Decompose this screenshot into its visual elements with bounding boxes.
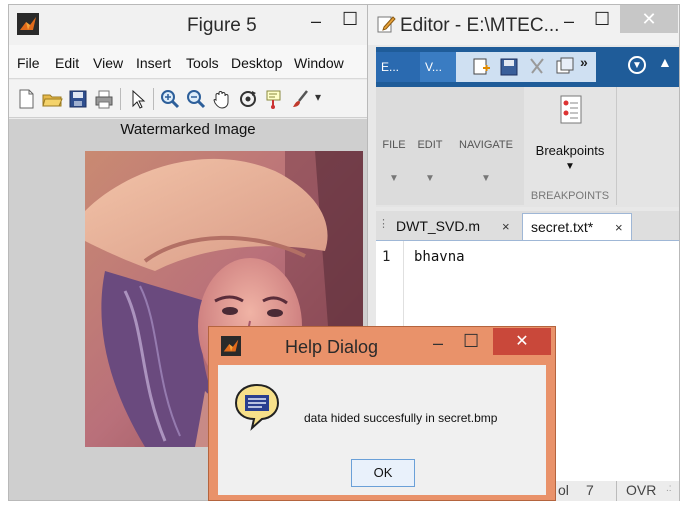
- figure-toolbar: ▾: [9, 80, 367, 118]
- editor-titlebar[interactable]: Editor - E:\MTEC... – ☐ ✕: [368, 5, 679, 45]
- print-icon[interactable]: [93, 88, 115, 110]
- minimize-toolstrip-icon[interactable]: ▲: [658, 54, 672, 70]
- figure-menubar: File Edit View Insert Tools Desktop Wind…: [9, 45, 367, 79]
- resize-grip-icon[interactable]: .:: [666, 483, 672, 494]
- close-tab-icon[interactable]: ×: [502, 213, 510, 240]
- ribbon-group-breakpoints: Breakpoints ▼ BREAKPOINTS: [524, 87, 617, 205]
- cut-icon[interactable]: [526, 56, 548, 78]
- menu-tools[interactable]: Tools: [186, 55, 219, 71]
- status-col-label: ol: [558, 482, 569, 498]
- toolbar-separator: [153, 88, 154, 110]
- breakpoints-button[interactable]: Breakpoints: [524, 143, 616, 158]
- dialog-message: data hided succesfully in secret.bmp: [304, 411, 498, 425]
- minimize-button[interactable]: –: [311, 11, 321, 32]
- file-tab-label: DWT_SVD.m: [396, 218, 480, 234]
- brush-icon[interactable]: [289, 88, 311, 110]
- save-icon[interactable]: [498, 56, 520, 78]
- ribbon-group-file[interactable]: FILE ▼: [376, 87, 413, 205]
- chevron-down-icon: ▼: [389, 173, 399, 184]
- plot-title: Watermarked Image: [120, 121, 256, 138]
- ribbon-group-navigate[interactable]: NAVIGATE ▼: [448, 87, 525, 205]
- matlab-logo-icon: [17, 13, 39, 35]
- menu-file[interactable]: File: [17, 55, 40, 71]
- menu-desktop[interactable]: Desktop: [231, 55, 286, 71]
- save-icon[interactable]: [67, 88, 89, 110]
- menu-view[interactable]: View: [93, 55, 123, 71]
- chevron-down-icon: ▼: [425, 173, 435, 184]
- figure-titlebar[interactable]: Figure 5 – ☐: [9, 5, 367, 45]
- ribbon-label-file: FILE: [382, 139, 406, 151]
- menu-insert[interactable]: Insert: [136, 55, 171, 71]
- tab-editor[interactable]: E...: [376, 52, 423, 82]
- matlab-logo-icon: [221, 336, 241, 356]
- ribbon-label-breakpoints: BREAKPOINTS: [530, 190, 610, 202]
- code-line[interactable]: bhavna: [414, 249, 465, 265]
- new-script-icon[interactable]: [470, 56, 492, 78]
- new-file-icon[interactable]: [15, 88, 37, 110]
- options-dropdown-icon[interactable]: ▼: [628, 56, 646, 74]
- maximize-button[interactable]: ☐: [463, 331, 479, 352]
- rotate-3d-icon[interactable]: [237, 88, 259, 110]
- zoom-in-icon[interactable]: [159, 88, 181, 110]
- minimize-button[interactable]: –: [564, 11, 574, 32]
- file-tab-secret-txt[interactable]: secret.txt* ×: [522, 213, 632, 240]
- close-button[interactable]: ✕: [620, 5, 678, 33]
- open-folder-icon[interactable]: [41, 88, 63, 110]
- ribbon-label-navigate: NAVIGATE: [459, 139, 513, 151]
- tab-view[interactable]: V...: [420, 52, 459, 82]
- editor-ribbon: FILE ▼ EDIT ▼ NAVIGATE ▼ Breakpoints ▼ B…: [376, 87, 679, 207]
- line-number: 1: [382, 249, 391, 265]
- quick-access-toolbar: »: [456, 52, 596, 82]
- chevron-down-icon[interactable]: ▾: [315, 90, 321, 104]
- dialog-body: data hided succesfully in secret.bmp OK: [218, 365, 546, 495]
- menu-edit[interactable]: Edit: [55, 55, 79, 71]
- data-cursor-icon[interactable]: [263, 88, 285, 110]
- maximize-button[interactable]: ☐: [342, 9, 358, 30]
- pointer-icon[interactable]: [127, 88, 149, 110]
- ribbon-label-edit: EDIT: [417, 139, 443, 151]
- status-divider: [616, 481, 617, 501]
- file-tab-dwt-svd[interactable]: DWT_SVD.m ×: [388, 213, 518, 240]
- menu-window[interactable]: Window: [294, 55, 344, 71]
- close-tab-icon[interactable]: ×: [615, 214, 623, 241]
- chevron-down-icon: ▼: [481, 173, 491, 184]
- ribbon-group-edit[interactable]: EDIT ▼: [412, 87, 449, 205]
- help-speech-bubble-icon: [234, 383, 280, 431]
- figure-title: Figure 5: [187, 15, 257, 36]
- overflow-chevron-icon[interactable]: »: [580, 54, 588, 70]
- editor-title: Editor - E:\MTEC...: [400, 15, 560, 36]
- help-dialog: Help Dialog – ☐ ✕ data hided succesfully…: [208, 326, 556, 501]
- ok-button[interactable]: OK: [351, 459, 415, 487]
- dialog-title: Help Dialog: [285, 337, 379, 357]
- pan-hand-icon[interactable]: [211, 88, 233, 110]
- editor-toolstrip-tabs: E... V... » ▼ ▲: [376, 47, 679, 87]
- zoom-out-icon[interactable]: [185, 88, 207, 110]
- close-button[interactable]: ✕: [493, 328, 551, 355]
- copy-icon[interactable]: [554, 56, 576, 78]
- breakpoints-icon: [560, 95, 582, 124]
- file-tab-label: secret.txt*: [531, 219, 594, 235]
- editor-file-tabs: ⋮ DWT_SVD.m × secret.txt* ×: [376, 211, 679, 241]
- status-col-value: 7: [586, 482, 594, 498]
- toolbar-separator: [120, 88, 121, 110]
- status-mode: OVR: [626, 482, 657, 498]
- minimize-button[interactable]: –: [433, 333, 443, 354]
- maximize-button[interactable]: ☐: [594, 9, 610, 30]
- editor-pencil-icon: [377, 16, 396, 33]
- chevron-down-icon[interactable]: ▼: [524, 161, 616, 172]
